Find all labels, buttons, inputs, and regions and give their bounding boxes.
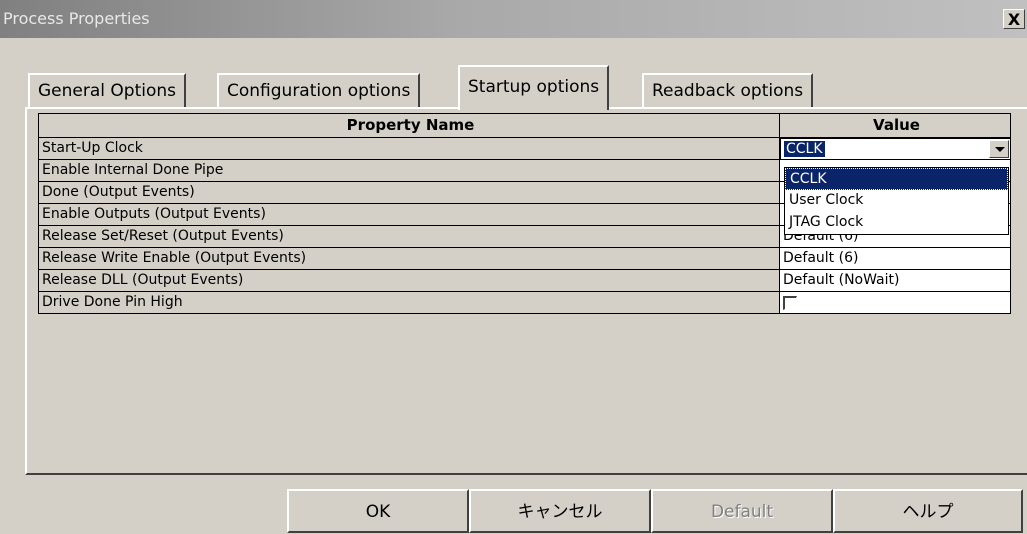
- property-name: Enable Internal Done Pipe: [38, 160, 780, 182]
- tab-general-options[interactable]: General Options: [28, 73, 186, 107]
- dropdown-option-cclk[interactable]: CCLK: [785, 168, 1008, 190]
- table-row[interactable]: Drive Done Pin High: [38, 292, 1011, 314]
- dropdown-option-user-clock[interactable]: User Clock: [785, 190, 1008, 212]
- start-up-clock-select[interactable]: CCLK: [780, 138, 1011, 160]
- dropdown-options-list[interactable]: CCLK User Clock JTAG Clock: [784, 167, 1009, 235]
- property-value[interactable]: Default (6): [780, 248, 1011, 270]
- table-row[interactable]: Start-Up Clock CCLK: [38, 138, 1011, 160]
- property-name: Enable Outputs (Output Events): [38, 204, 780, 226]
- button-bar: OK キャンセル Default ヘルプ: [0, 475, 1027, 534]
- table-row[interactable]: Release Write Enable (Output Events) Def…: [38, 248, 1011, 270]
- drive-done-pin-high-checkbox[interactable]: [783, 296, 797, 310]
- ok-button[interactable]: OK: [287, 489, 469, 533]
- property-name: Release DLL (Output Events): [38, 270, 780, 292]
- table-row[interactable]: Release DLL (Output Events) Default (NoW…: [38, 270, 1011, 292]
- dropdown-option-jtag-clock[interactable]: JTAG Clock: [785, 212, 1008, 234]
- tab-readback-options[interactable]: Readback options: [642, 73, 814, 107]
- default-button[interactable]: Default: [651, 489, 833, 533]
- dropdown-arrow-button[interactable]: [989, 140, 1009, 158]
- cancel-button[interactable]: キャンセル: [469, 489, 651, 533]
- help-button[interactable]: ヘルプ: [833, 489, 1023, 533]
- property-name-header[interactable]: Property Name: [38, 113, 780, 138]
- close-button[interactable]: X: [1003, 9, 1025, 29]
- property-name: Drive Done Pin High: [38, 292, 780, 314]
- value-header[interactable]: Value: [780, 113, 1011, 138]
- property-value[interactable]: [780, 292, 1011, 314]
- tab-startup-options[interactable]: Startup options: [458, 65, 610, 110]
- property-name: Release Write Enable (Output Events): [38, 248, 780, 270]
- window-title: Process Properties: [3, 9, 150, 28]
- grid-header: Property Name Value: [38, 113, 1011, 138]
- property-value[interactable]: Default (NoWait): [780, 270, 1011, 292]
- property-name: Done (Output Events): [38, 182, 780, 204]
- title-bar: Process Properties X: [0, 0, 1027, 38]
- close-icon: X: [1007, 10, 1021, 29]
- property-name: Start-Up Clock: [38, 138, 780, 160]
- selected-value: CCLK: [784, 141, 825, 157]
- tab-configuration-options[interactable]: Configuration options: [217, 73, 421, 107]
- property-name: Release Set/Reset (Output Events): [38, 226, 780, 248]
